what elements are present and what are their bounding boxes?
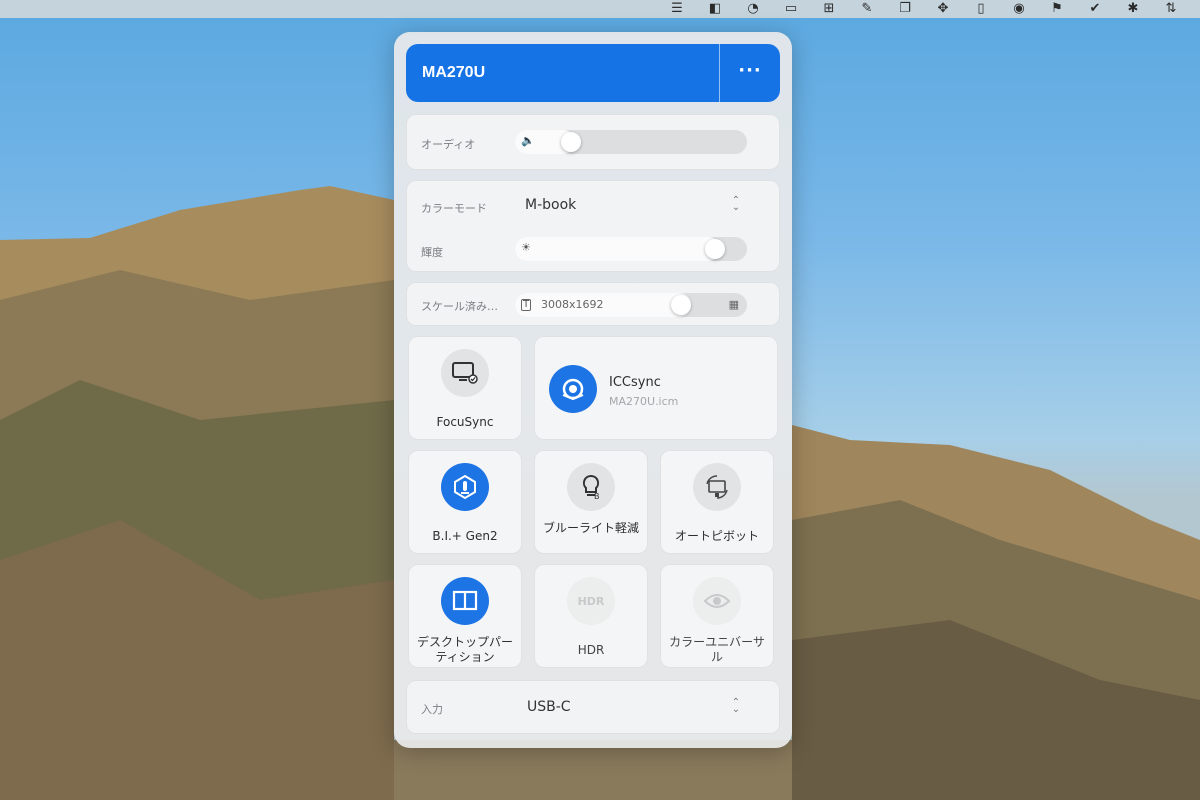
check-icon[interactable]: ✔: [1086, 2, 1104, 16]
app-icon[interactable]: ◧: [706, 2, 724, 16]
brightness-slider-fill: [515, 237, 720, 261]
color-brightness-card: カラーモード M-book ⌃ ⌄ 輝度 ☀: [406, 180, 780, 272]
audio-label: オーディオ: [421, 138, 476, 151]
input-label: 入力: [421, 703, 443, 716]
monitor-control-panel: MA270U ··· オーディオ 🔈 カラーモード M-book ⌃ ⌄ 輝度 ☀…: [394, 32, 792, 748]
display-icon[interactable]: ▭: [782, 2, 800, 16]
grid-icon[interactable]: ⊞: [820, 2, 838, 16]
desktop-partition-label: デスクトップパーティション: [416, 635, 513, 664]
input-card: 入力 USB-C ⌃ ⌄: [406, 680, 780, 734]
more-options-button[interactable]: ···: [720, 44, 780, 102]
text-size-icon: T: [521, 299, 532, 311]
brush-icon[interactable]: ✎: [858, 2, 876, 16]
input-select[interactable]: USB-C: [527, 699, 571, 715]
audio-card: オーディオ 🔈: [406, 114, 780, 170]
monitor-name: MA270U: [422, 64, 486, 81]
focusync-tile[interactable]: FocuSync: [408, 336, 522, 440]
arrows-icon[interactable]: ⇅: [1162, 2, 1180, 16]
bulb-icon: B: [567, 463, 615, 511]
copy-icon[interactable]: ❐: [896, 2, 914, 16]
color-universal-tile[interactable]: カラーユニバーサル: [660, 564, 774, 668]
brightness-intelligence-icon: [441, 463, 489, 511]
scaling-slider[interactable]: T 3008x1692 ▦: [515, 293, 747, 317]
scaling-value: 3008x1692: [541, 298, 604, 311]
hdr-label: HDR: [577, 643, 605, 657]
scaling-slider-knob[interactable]: [671, 295, 691, 315]
color-mode-label: カラーモード: [421, 202, 487, 215]
panel-header: MA270U ···: [406, 44, 780, 102]
more-space-icon: ▦: [728, 298, 739, 311]
desktop-partition-icon: [441, 577, 489, 625]
blue-light-label: ブルーライト軽減: [542, 521, 639, 535]
tablet-icon[interactable]: ▯: [972, 2, 990, 16]
bi-gen2-tile[interactable]: B.I.+ Gen2: [408, 450, 522, 554]
auto-pivot-tile[interactable]: オートピボット: [660, 450, 774, 554]
iccsync-tile[interactable]: ICCsync MA270U.icm: [534, 336, 778, 440]
eye-icon: [693, 577, 741, 625]
desktop-partition-tile[interactable]: デスクトップパーティション: [408, 564, 522, 668]
scaling-label: スケール済み…: [421, 300, 498, 313]
blue-light-tile[interactable]: B ブルーライト軽減: [534, 450, 648, 554]
speaker-icon: 🔈: [521, 134, 535, 147]
bi-gen2-label: B.I.+ Gen2: [432, 529, 498, 543]
focusync-label: FocuSync: [436, 415, 494, 429]
iccsync-icon: [549, 365, 597, 413]
focusync-icon: [441, 349, 489, 397]
svg-text:B: B: [594, 492, 600, 500]
color-mode-select[interactable]: M-book: [525, 197, 576, 213]
auto-pivot-icon: [693, 463, 741, 511]
hdr-tile[interactable]: HDR HDR: [534, 564, 648, 668]
color-mode-chevron-icon[interactable]: ⌃ ⌄: [731, 196, 741, 213]
control-center-icon[interactable]: ☰: [668, 2, 686, 16]
hdr-icon: HDR: [567, 577, 615, 625]
audio-slider[interactable]: 🔈: [515, 130, 747, 154]
iccsync-profile: MA270U.icm: [609, 395, 679, 408]
disk-icon[interactable]: ◉: [1010, 2, 1028, 16]
color-universal-label: カラーユニバーサル: [669, 635, 765, 664]
brightness-slider-knob[interactable]: [705, 239, 725, 259]
menu-bar: ☰ ◧ ◔ ▭ ⊞ ✎ ❐ ✥ ▯ ◉ ⚑ ✔ ✱ ⇅: [0, 0, 1200, 18]
hdr-icon-text: HDR: [577, 594, 605, 608]
brightness-label: 輝度: [421, 246, 443, 259]
cursor-icon[interactable]: ✥: [934, 2, 952, 16]
auto-pivot-label: オートピボット: [674, 529, 759, 543]
audio-slider-knob[interactable]: [561, 132, 581, 152]
scaling-card: スケール済み… T 3008x1692 ▦: [406, 282, 780, 326]
input-chevron-icon[interactable]: ⌃ ⌄: [731, 698, 741, 715]
iccsync-label: ICCsync: [609, 375, 661, 390]
bluetooth-icon[interactable]: ✱: [1124, 2, 1142, 16]
brightness-slider[interactable]: ☀: [515, 237, 747, 261]
sun-icon: ☀: [521, 241, 531, 254]
flag-icon[interactable]: ⚑: [1048, 2, 1066, 16]
clock-icon[interactable]: ◔: [744, 2, 762, 16]
